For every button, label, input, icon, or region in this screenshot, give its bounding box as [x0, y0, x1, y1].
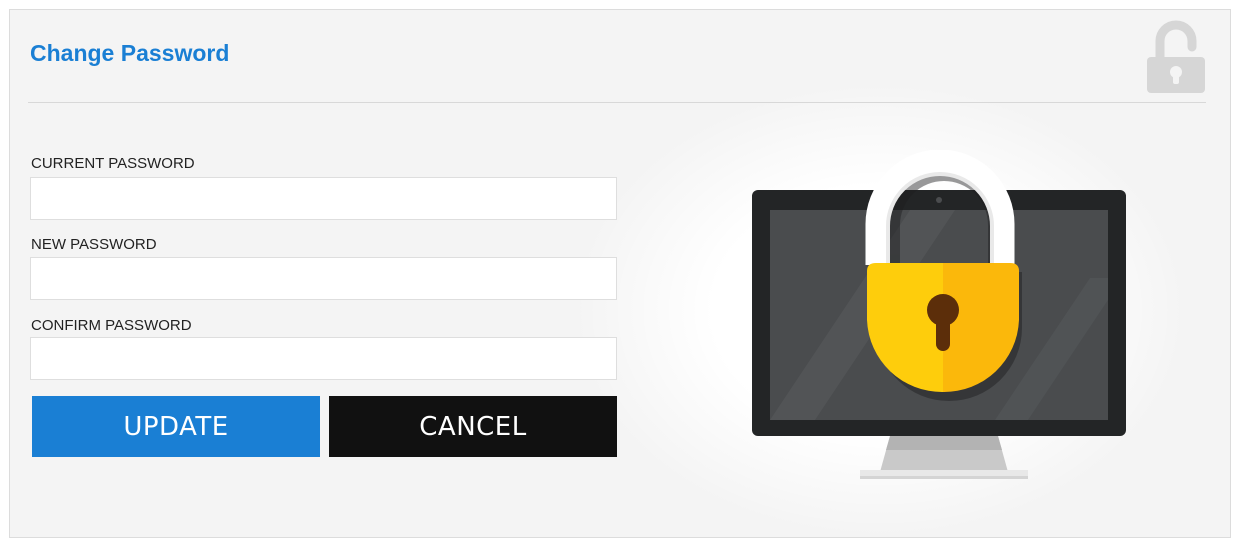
new-password-label: NEW PASSWORD	[31, 236, 157, 253]
monitor-stand	[860, 436, 1028, 479]
header-divider	[28, 102, 1206, 103]
cancel-button[interactable]: CANCEL	[329, 396, 617, 457]
new-password-input[interactable]	[30, 257, 617, 300]
unlocked-padlock-icon	[1147, 20, 1205, 93]
current-password-label: CURRENT PASSWORD	[31, 155, 195, 172]
confirm-password-label: CONFIRM PASSWORD	[31, 317, 192, 334]
change-password-panel: Change Password CURRENT PASSWORD NEW PAS…	[9, 9, 1231, 538]
current-password-input[interactable]	[30, 177, 617, 220]
confirm-password-input[interactable]	[30, 337, 617, 380]
monitor-padlock-illustration	[752, 150, 1126, 479]
update-button[interactable]: UPDATE	[32, 396, 320, 457]
page-title: Change Password	[30, 40, 230, 66]
